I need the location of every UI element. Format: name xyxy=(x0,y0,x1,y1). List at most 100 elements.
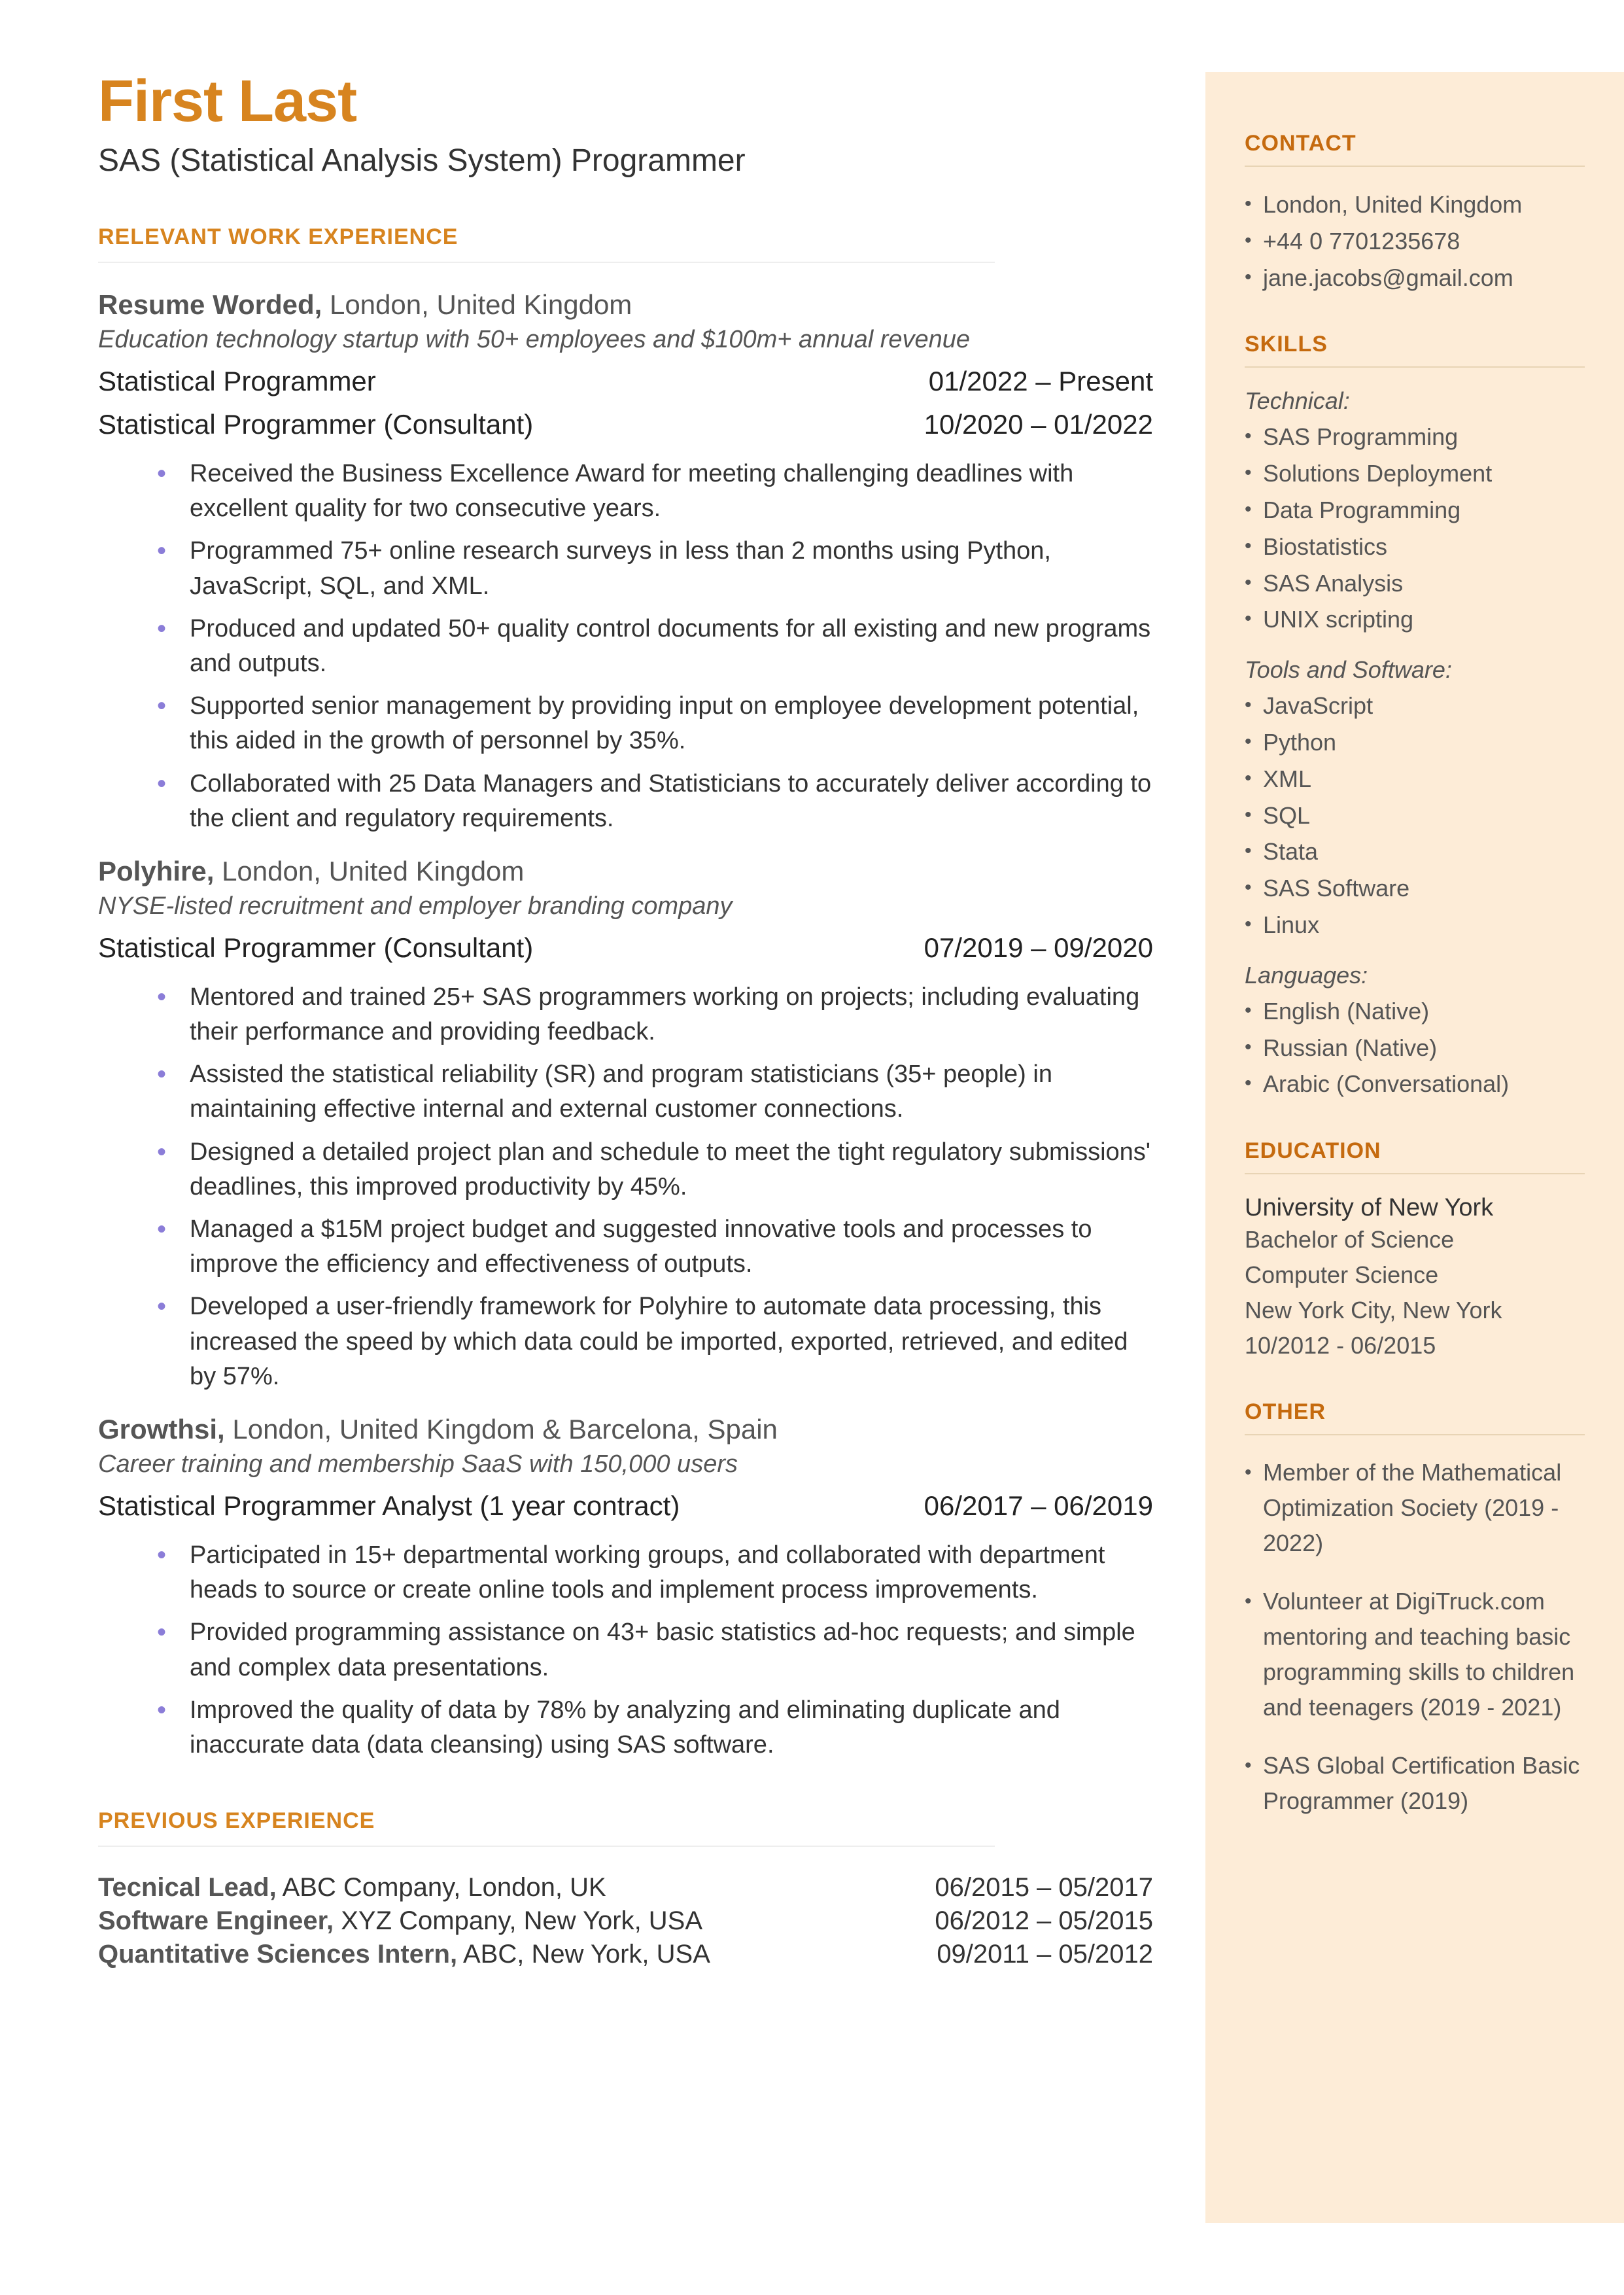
company-name: Growthsi, xyxy=(98,1414,225,1445)
bullet-item: Collaborated with 25 Data Managers and S… xyxy=(98,767,1153,836)
list-item: SAS Software xyxy=(1245,870,1585,907)
bullet-item: Received the Business Excellence Award f… xyxy=(98,457,1153,526)
skills-technical-label: Technical: xyxy=(1245,387,1585,415)
job-bullets: Mentored and trained 25+ SAS programmers… xyxy=(98,980,1153,1394)
list-item: SQL xyxy=(1245,797,1585,834)
role-row: Statistical Programmer (Consultant) 10/20… xyxy=(98,409,1153,440)
company-location: London, United Kingdom xyxy=(322,289,632,320)
bullet-item: Assisted the statistical reliability (SR… xyxy=(98,1057,1153,1127)
list-item: London, United Kingdom xyxy=(1245,186,1585,223)
list-item: Stata xyxy=(1245,833,1585,870)
list-item: jane.jacobs@gmail.com xyxy=(1245,260,1585,296)
role-row: Statistical Programmer 01/2022 – Present xyxy=(98,366,1153,397)
other-item: Volunteer at DigiTruck.com mentoring and… xyxy=(1245,1584,1585,1725)
divider xyxy=(1245,166,1585,167)
previous-row: Quantitative Sciences Intern, ABC, New Y… xyxy=(98,1940,1153,1969)
company-description: Career training and membership SaaS with… xyxy=(98,1450,1153,1479)
company-name: Resume Worded, xyxy=(98,289,322,320)
company-description: NYSE-listed recruitment and employer bra… xyxy=(98,892,1153,920)
other-header: OTHER xyxy=(1245,1399,1585,1425)
list-item: Python xyxy=(1245,724,1585,761)
education-degree: Bachelor of Science xyxy=(1245,1222,1585,1257)
company-description: Education technology startup with 50+ em… xyxy=(98,326,1153,354)
skills-languages-list: English (Native)Russian (Native)Arabic (… xyxy=(1245,993,1585,1102)
list-item: SAS Programming xyxy=(1245,419,1585,455)
list-item: Russian (Native) xyxy=(1245,1030,1585,1066)
education-school: University of New York xyxy=(1245,1194,1585,1222)
role-row: Statistical Programmer Analyst (1 year c… xyxy=(98,1490,1153,1522)
bullet-item: Programmed 75+ online research surveys i… xyxy=(98,534,1153,603)
list-item: English (Native) xyxy=(1245,993,1585,1030)
role-dates: 10/2020 – 01/2022 xyxy=(905,409,1153,440)
company-location: London, United Kingdom & Barcelona, Spai… xyxy=(225,1414,778,1445)
previous-rest: ABC Company, London, UK xyxy=(277,1873,606,1902)
role-row: Statistical Programmer (Consultant) 07/20… xyxy=(98,932,1153,964)
list-item: +44 0 7701235678 xyxy=(1245,223,1585,260)
other-item: SAS Global Certification Basic Programme… xyxy=(1245,1748,1585,1819)
list-item: XML xyxy=(1245,761,1585,797)
role-title: Statistical Programmer xyxy=(98,366,376,397)
job-bullets: Participated in 15+ departmental working… xyxy=(98,1538,1153,1762)
divider xyxy=(98,1846,995,1847)
role-dates: 07/2019 – 09/2020 xyxy=(905,932,1153,964)
education-major: Computer Science xyxy=(1245,1257,1585,1293)
company-line: Polyhire, London, United Kingdom xyxy=(98,856,1153,887)
bullet-item: Mentored and trained 25+ SAS programmers… xyxy=(98,980,1153,1049)
bullet-item: Designed a detailed project plan and sch… xyxy=(98,1135,1153,1204)
bullet-item: Developed a user-friendly framework for … xyxy=(98,1289,1153,1394)
sidebar: CONTACT London, United Kingdom+44 0 7701… xyxy=(1205,72,1624,2223)
skills-tools-list: JavaScriptPythonXMLSQLStataSAS SoftwareL… xyxy=(1245,688,1585,943)
previous-rest: ABC, New York, USA xyxy=(457,1940,710,1969)
previous-header: PREVIOUS EXPERIENCE xyxy=(98,1808,1153,1834)
list-item: Biostatistics xyxy=(1245,529,1585,565)
role-dates: 01/2022 – Present xyxy=(909,366,1153,397)
contact-header: CONTACT xyxy=(1245,131,1585,156)
other-item: Member of the Mathematical Optimization … xyxy=(1245,1455,1585,1561)
skills-tools-label: Tools and Software: xyxy=(1245,656,1585,684)
company-name: Polyhire, xyxy=(98,856,214,886)
previous-title: Tecnical Lead, xyxy=(98,1873,277,1902)
previous-row: Tecnical Lead, ABC Company, London, UK 06… xyxy=(98,1873,1153,1902)
bullet-item: Produced and updated 50+ quality control… xyxy=(98,612,1153,681)
divider xyxy=(98,262,995,263)
skills-technical-list: SAS ProgrammingSolutions DeploymentData … xyxy=(1245,419,1585,638)
role-dates: 06/2017 – 06/2019 xyxy=(905,1490,1153,1522)
job-bullets: Received the Business Excellence Award f… xyxy=(98,457,1153,836)
main-column: First Last SAS (Statistical Analysis Sys… xyxy=(98,72,1205,2223)
list-item: JavaScript xyxy=(1245,688,1585,724)
list-item: UNIX scripting xyxy=(1245,601,1585,638)
role-title: Statistical Programmer (Consultant) xyxy=(98,409,533,440)
previous-dates: 06/2012 – 05/2015 xyxy=(935,1906,1153,1936)
divider xyxy=(1245,1173,1585,1174)
bullet-item: Participated in 15+ departmental working… xyxy=(98,1538,1153,1607)
company-line: Growthsi, London, United Kingdom & Barce… xyxy=(98,1414,1153,1445)
bullet-item: Supported senior management by providing… xyxy=(98,689,1153,758)
company-line: Resume Worded, London, United Kingdom xyxy=(98,289,1153,321)
previous-title: Quantitative Sciences Intern, xyxy=(98,1940,457,1969)
list-item: Arabic (Conversational) xyxy=(1245,1066,1585,1102)
role-title: Statistical Programmer (Consultant) xyxy=(98,932,533,964)
previous-dates: 06/2015 – 05/2017 xyxy=(935,1873,1153,1902)
bullet-item: Improved the quality of data by 78% by a… xyxy=(98,1693,1153,1762)
candidate-title: SAS (Statistical Analysis System) Progra… xyxy=(98,143,1153,179)
bullet-item: Provided programming assistance on 43+ b… xyxy=(98,1615,1153,1685)
list-item: Linux xyxy=(1245,907,1585,943)
divider xyxy=(1245,366,1585,368)
skills-languages-label: Languages: xyxy=(1245,962,1585,989)
list-item: Solutions Deployment xyxy=(1245,455,1585,492)
bullet-item: Managed a $15M project budget and sugges… xyxy=(98,1212,1153,1282)
contact-list: London, United Kingdom+44 0 7701235678ja… xyxy=(1245,186,1585,296)
candidate-name: First Last xyxy=(98,72,1153,131)
previous-row: Software Engineer, XYZ Company, New York… xyxy=(98,1906,1153,1936)
experience-header: RELEVANT WORK EXPERIENCE xyxy=(98,224,1153,250)
list-item: SAS Analysis xyxy=(1245,565,1585,602)
education-location: New York City, New York xyxy=(1245,1293,1585,1328)
education-dates: 10/2012 - 06/2015 xyxy=(1245,1328,1585,1363)
previous-rest: XYZ Company, New York, USA xyxy=(334,1906,702,1935)
divider xyxy=(1245,1434,1585,1435)
skills-header: SKILLS xyxy=(1245,332,1585,357)
previous-title: Software Engineer, xyxy=(98,1906,334,1935)
company-location: London, United Kingdom xyxy=(214,856,524,886)
role-title: Statistical Programmer Analyst (1 year c… xyxy=(98,1490,680,1522)
education-header: EDUCATION xyxy=(1245,1138,1585,1164)
